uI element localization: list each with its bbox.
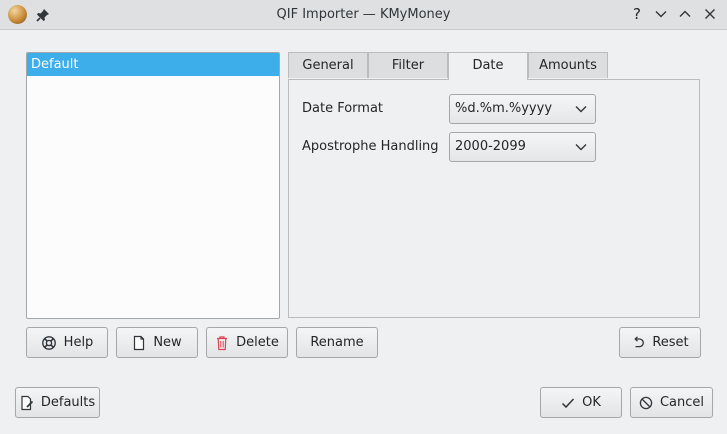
cancel-icon <box>639 396 653 409</box>
minimize-icon[interactable] <box>653 6 669 22</box>
apostrophe-handling-combo[interactable]: 2000-2099 <box>449 132 596 162</box>
date-format-combo[interactable]: %d.%m.%yyyy <box>449 94 596 124</box>
rename-button-label: Rename <box>310 335 364 350</box>
tab-filter[interactable]: Filter <box>368 52 448 78</box>
reset-button-label: Reset <box>652 335 689 350</box>
maximize-icon[interactable] <box>677 6 693 22</box>
new-document-icon <box>134 335 145 350</box>
close-icon[interactable] <box>702 6 718 22</box>
new-button-label: New <box>153 335 182 350</box>
trash-icon <box>217 335 228 350</box>
apostrophe-handling-label: Apostrophe Handling <box>302 139 439 154</box>
ok-button-label: OK <box>582 395 601 410</box>
profile-list[interactable]: Default <box>26 52 280 319</box>
tab-general[interactable]: General <box>288 52 368 78</box>
window-title: QIF Importer — KMyMoney <box>276 7 451 22</box>
chevron-down-icon <box>575 106 587 113</box>
defaults-button-label: Defaults <box>40 395 96 410</box>
title-bar[interactable]: QIF Importer — KMyMoney ? <box>0 0 727 30</box>
apostrophe-handling-value: 2000-2099 <box>455 139 526 154</box>
reset-button[interactable]: Reset <box>619 327 701 358</box>
new-button[interactable]: New <box>116 327 198 358</box>
chevron-down-icon <box>575 144 587 151</box>
document-edit-icon <box>21 395 33 410</box>
qif-importer-window: QIF Importer — KMyMoney ? Default Genera… <box>0 0 727 434</box>
help-button[interactable]: Help <box>26 327 108 358</box>
date-format-value: %d.%m.%yyyy <box>455 101 553 116</box>
lifebuoy-icon <box>41 335 56 350</box>
rename-button[interactable]: Rename <box>296 327 378 358</box>
undo-icon <box>634 335 645 347</box>
cancel-button-label: Cancel <box>659 395 705 410</box>
delete-button-label: Delete <box>236 335 279 350</box>
tab-date[interactable]: Date <box>448 52 528 80</box>
defaults-button[interactable]: Defaults <box>15 387 100 418</box>
help-icon[interactable]: ? <box>629 6 645 22</box>
ok-button[interactable]: OK <box>540 387 622 418</box>
date-tab-panel: Date Format %d.%m.%yyyy Apostrophe Handl… <box>288 79 700 318</box>
date-format-label: Date Format <box>302 101 384 116</box>
delete-button[interactable]: Delete <box>206 327 288 358</box>
checkmark-icon <box>562 397 575 408</box>
cancel-button[interactable]: Cancel <box>630 387 713 418</box>
tab-amounts[interactable]: Amounts <box>528 52 608 78</box>
profile-item-default[interactable]: Default <box>27 53 279 76</box>
help-button-label: Help <box>63 335 94 350</box>
